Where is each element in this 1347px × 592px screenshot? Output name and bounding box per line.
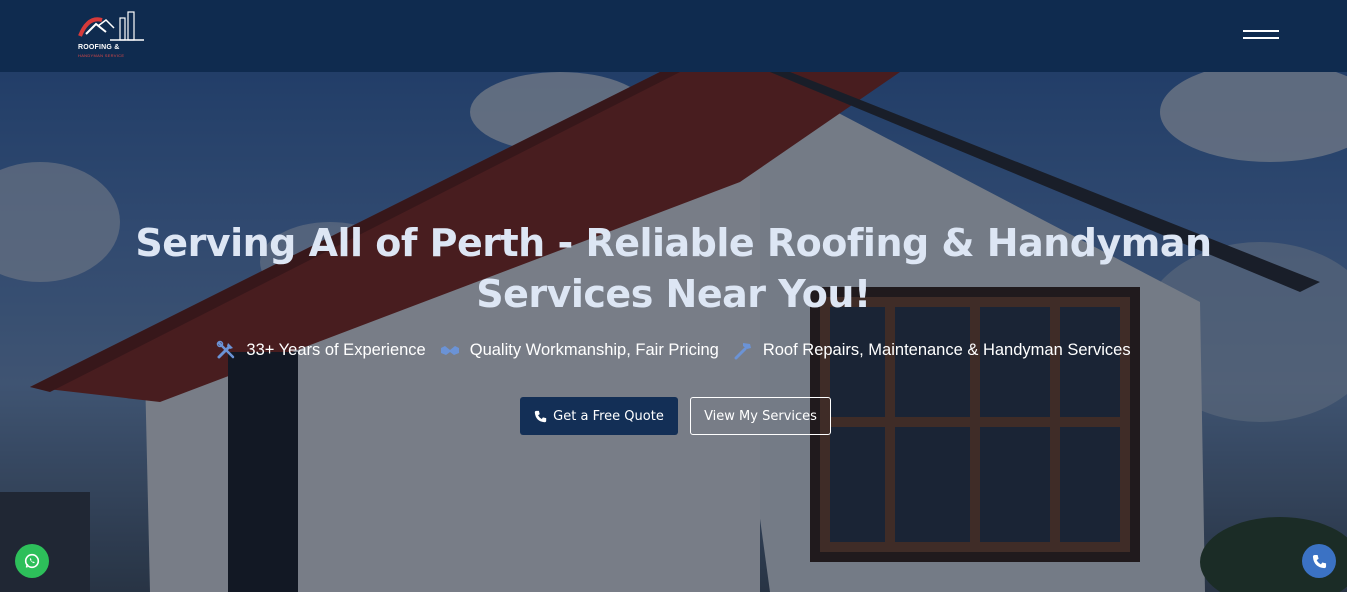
phone-icon: [534, 410, 547, 422]
feature-quality: Quality Workmanship, Fair Pricing: [440, 340, 719, 360]
menu-bar-top: [1243, 30, 1279, 32]
tools-icon: [217, 340, 235, 359]
hero-headline: Serving All of Perth - Reliable Roofing …: [135, 221, 1212, 316]
feature-experience: 33+ Years of Experience: [216, 340, 426, 360]
hammer-icon: [734, 343, 751, 360]
feature-label: Roof Repairs, Maintenance & Handyman Ser…: [762, 340, 1131, 359]
logo-tagline: HANDYMAN SERVICE: [78, 53, 125, 58]
feature-label: Quality Workmanship, Fair Pricing: [469, 340, 719, 359]
hero-features: 33+ Years of Experience Quality Workmans…: [0, 336, 1347, 364]
handshake-icon: [440, 346, 459, 355]
feature-services: Roof Repairs, Maintenance & Handyman Ser…: [733, 340, 1131, 360]
site-logo[interactable]: ROOFING & HANDYMAN SERVICE: [76, 10, 148, 60]
feature-label: 33+ Years of Experience: [246, 340, 426, 359]
hamburger-menu-icon[interactable]: [1240, 26, 1280, 44]
get-free-quote-button[interactable]: Get a Free Quote: [520, 397, 678, 435]
menu-bar-bottom: [1243, 37, 1279, 39]
phone-icon: [1312, 554, 1326, 568]
site-header: ROOFING & HANDYMAN SERVICE: [0, 0, 1347, 72]
services-button-label: View My Services: [704, 408, 817, 424]
view-services-button[interactable]: View My Services: [690, 397, 831, 435]
hero-section: Serving All of Perth - Reliable Roofing …: [0, 72, 1347, 592]
whatsapp-button[interactable]: [15, 544, 49, 578]
call-button[interactable]: [1302, 544, 1336, 578]
logo-brand-text: ROOFING &: [78, 44, 120, 51]
logo-emblem-icon: [78, 11, 144, 41]
hero-dark-overlay: [0, 72, 1347, 592]
quote-button-label: Get a Free Quote: [553, 408, 664, 424]
whatsapp-icon: [24, 553, 40, 569]
